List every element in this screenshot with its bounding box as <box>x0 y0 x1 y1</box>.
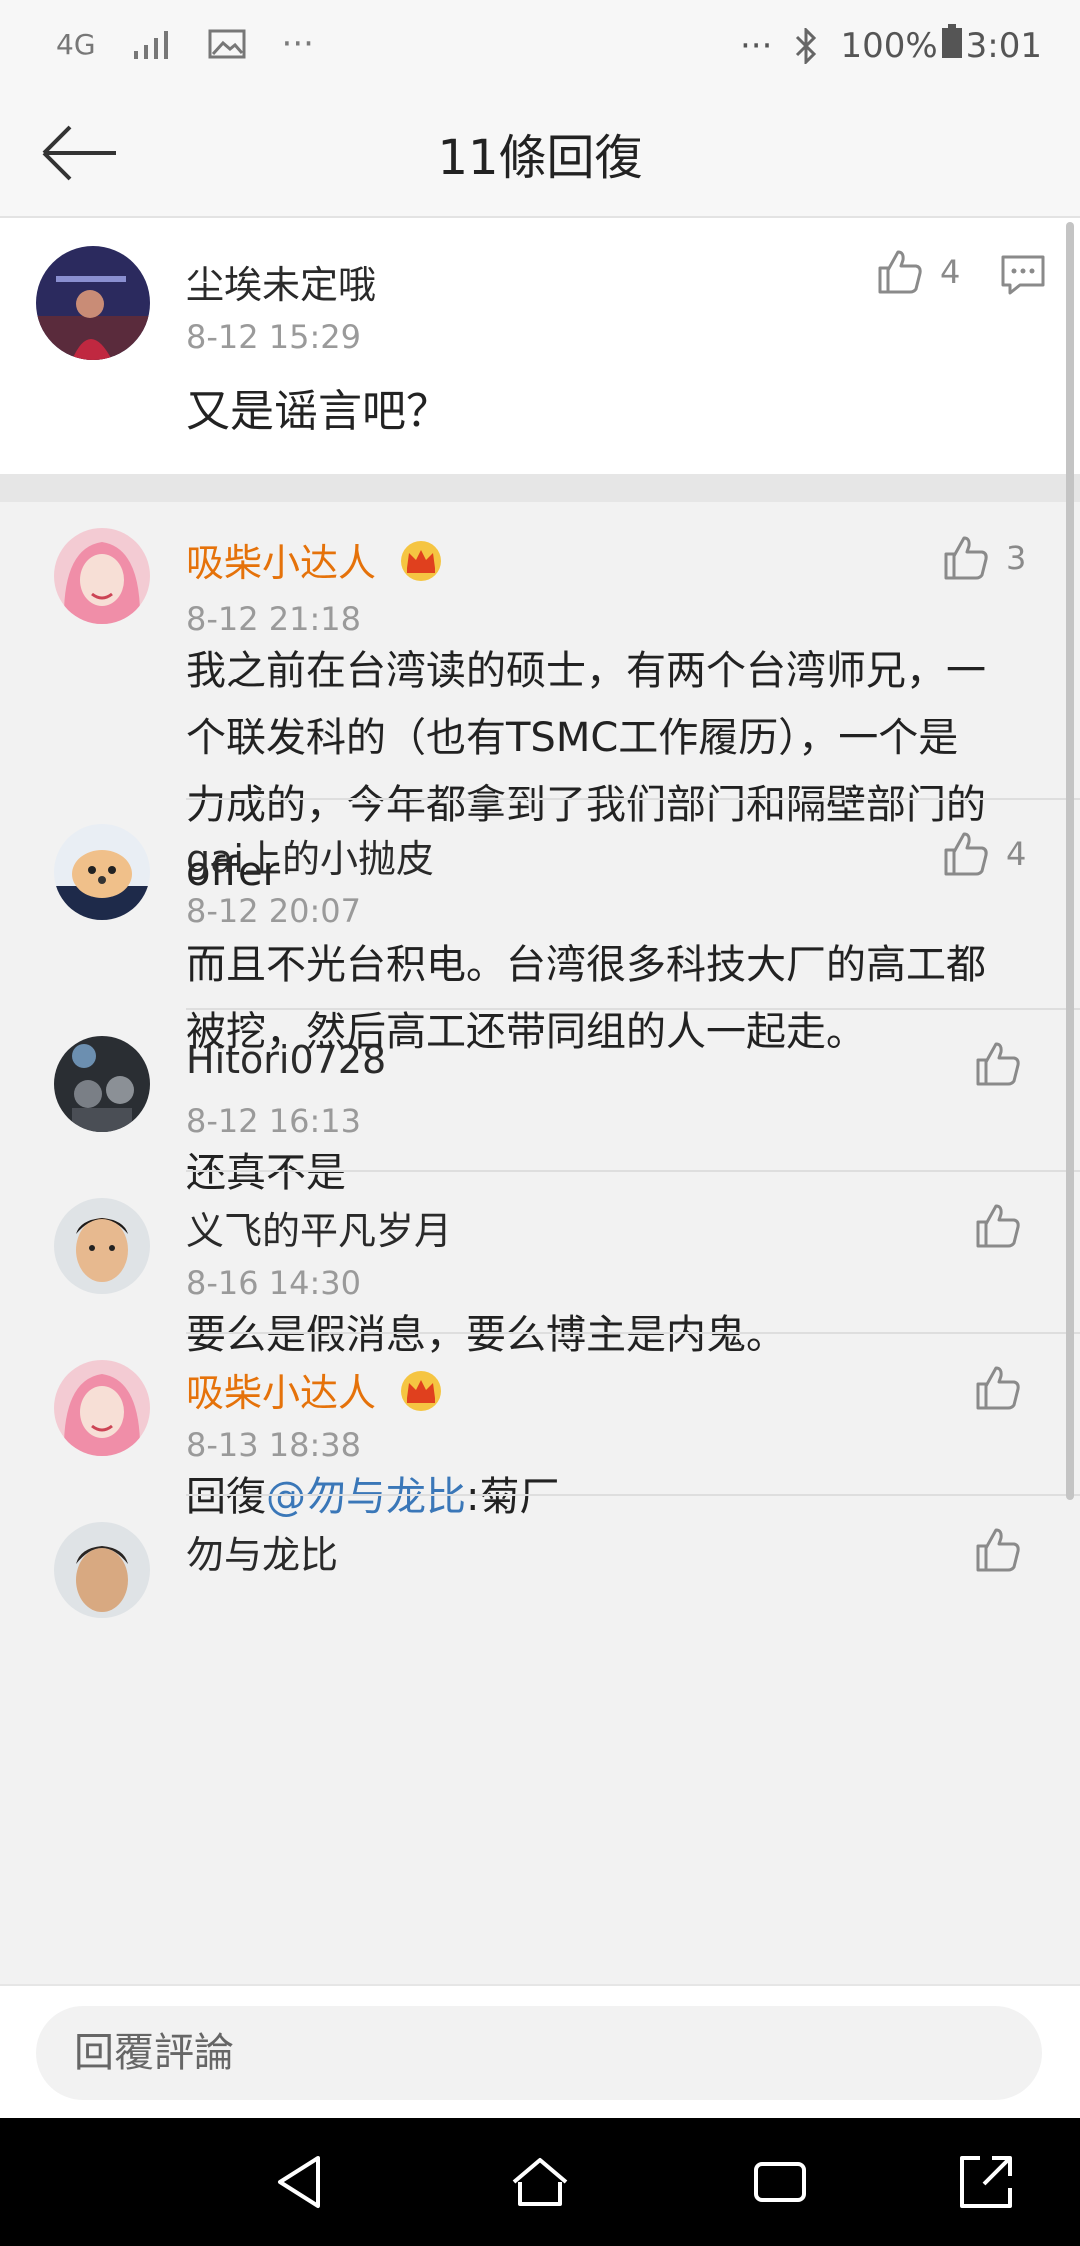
avatar[interactable] <box>54 1360 150 1456</box>
thumbs-up-icon <box>976 1042 1020 1086</box>
like-button[interactable] <box>974 1040 1022 1088</box>
comment-time: 8-12 16:13 <box>186 1102 362 1140</box>
comment-time: 8-12 20:07 <box>186 892 362 930</box>
nav-expand-button[interactable] <box>956 2152 1016 2212</box>
commenter-name[interactable]: 勿与龙比 <box>186 1524 338 1579</box>
like-button[interactable] <box>974 1202 1022 1250</box>
vip-crown-icon <box>398 540 444 591</box>
comment-thread[interactable]: 尘埃未定哦 8-12 15:29 又是谣言吧？ 4 吸柴小达人 8-12 21:… <box>0 218 1080 1984</box>
reply-input[interactable] <box>36 2006 1042 2100</box>
vip-crown-icon <box>398 1370 444 1421</box>
thumbs-up-icon <box>944 832 988 876</box>
more-notifications-icon: ··· <box>281 24 314 64</box>
like-count: 4 <box>940 253 961 291</box>
section-divider <box>0 474 1080 502</box>
recents-icon <box>754 2162 806 2202</box>
root-comment: 尘埃未定哦 8-12 15:29 又是谣言吧？ 4 <box>0 218 1080 474</box>
battery-level: 100% <box>840 25 938 66</box>
list-item: 义飞的平凡岁月 8-16 14:30 要么是假消息，要么博主是内鬼。 <box>0 1172 1080 1358</box>
network-type-icon: 4G <box>56 27 96 61</box>
commenter-name[interactable]: 吸柴小达人 <box>186 532 444 591</box>
avatar[interactable] <box>54 1036 150 1132</box>
status-bar: 4G ··· ··· 100% 3:01 <box>0 0 1080 90</box>
comment-time: 8-12 21:18 <box>186 600 362 638</box>
list-item: Hitori0728 8-12 16:13 还真不是 <box>0 1010 1080 1196</box>
commenter-name[interactable]: 吸柴小达人 <box>186 1362 444 1421</box>
thumbs-up-icon <box>976 1366 1020 1410</box>
commenter-name[interactable]: Hitori0728 <box>186 1038 386 1082</box>
signal-icon <box>132 29 172 59</box>
list-item: 吸柴小达人 8-13 18:38 回復@勿与龙比:菊厂 <box>0 1334 1080 1520</box>
image-icon <box>208 29 246 59</box>
like-button[interactable]: 4 <box>942 830 1026 878</box>
triangle-back-icon <box>278 2156 320 2208</box>
header: 11條回復 <box>0 90 1080 218</box>
like-count: 3 <box>1006 539 1027 577</box>
page-title: 11條回復 <box>437 130 643 186</box>
bluetooth-icon <box>794 27 818 64</box>
commenter-name[interactable]: 尘埃未定哦 <box>186 254 376 309</box>
avatar[interactable] <box>54 1522 150 1618</box>
reply-button[interactable] <box>1000 254 1046 296</box>
scrollbar[interactable] <box>1066 222 1074 1500</box>
battery-icon <box>941 24 962 67</box>
like-count: 4 <box>1006 835 1027 873</box>
nav-back-button[interactable] <box>270 2152 330 2212</box>
commenter-name[interactable]: gai上的小抛皮 <box>186 828 434 883</box>
navigation-bar <box>0 2118 1080 2246</box>
like-button[interactable] <box>974 1364 1022 1412</box>
thumbs-up-icon <box>878 250 922 294</box>
comment-icon <box>1001 255 1045 295</box>
list-item: 吸柴小达人 8-12 21:18 我之前在台湾读的硕士，有两个台湾师兄，一 个联… <box>0 502 1080 895</box>
like-button[interactable]: 4 <box>876 248 960 296</box>
overflow-icon: ··· <box>740 25 773 66</box>
avatar[interactable] <box>54 528 150 624</box>
commenter-name[interactable]: 义飞的平凡岁月 <box>186 1200 452 1255</box>
reply-bar <box>0 1984 1080 2120</box>
comment-time: 8-12 15:29 <box>186 318 362 356</box>
list-item: 勿与龙比 <box>0 1496 1080 1636</box>
clock: 3:01 <box>965 25 1042 66</box>
avatar[interactable] <box>36 246 150 360</box>
thumbs-up-icon <box>976 1528 1020 1572</box>
comment-time: 8-13 18:38 <box>186 1426 362 1464</box>
home-icon <box>512 2158 568 2206</box>
thumbs-up-icon <box>944 536 988 580</box>
expand-icon <box>960 2156 1012 2208</box>
like-button[interactable]: 3 <box>942 534 1026 582</box>
nav-recents-button[interactable] <box>750 2152 810 2212</box>
avatar[interactable] <box>54 1198 150 1294</box>
avatar[interactable] <box>54 824 150 920</box>
comment-text: 又是谣言吧？ <box>186 386 450 437</box>
list-item: gai上的小抛皮 8-12 20:07 而且不光台积电。台湾很多科技大厂的高工都… <box>0 800 1080 1055</box>
nav-home-button[interactable] <box>510 2152 570 2212</box>
thumbs-up-icon <box>976 1204 1020 1248</box>
comment-time: 8-16 14:30 <box>186 1264 362 1302</box>
like-button[interactable] <box>974 1526 1022 1574</box>
